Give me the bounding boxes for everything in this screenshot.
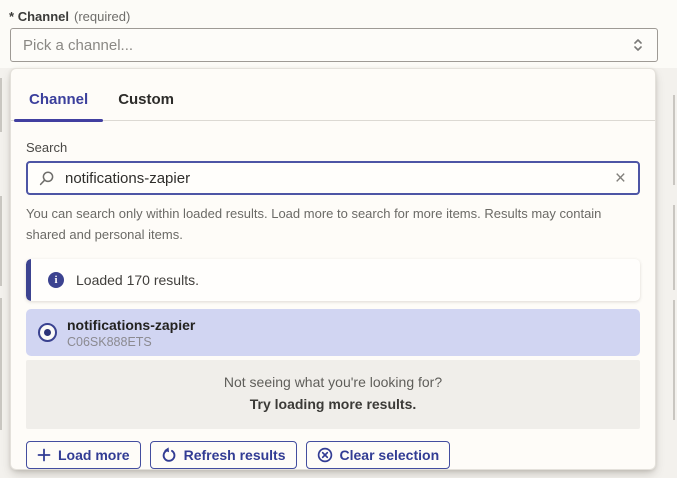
circle-x-icon [317, 447, 333, 463]
load-more-label: Load more [58, 446, 130, 464]
select-placeholder: Pick a channel... [23, 37, 631, 54]
plus-icon [37, 448, 51, 462]
result-item-notifications-zapier[interactable]: notifications-zapier C06SK888ETS [26, 309, 640, 356]
refresh-results-label: Refresh results [184, 446, 286, 464]
background-edge-line [0, 196, 2, 286]
radio-dot [44, 329, 51, 336]
channel-select[interactable]: Pick a channel... [10, 28, 658, 62]
search-icon [38, 170, 55, 187]
loaded-results-alert: i Loaded 170 results. [26, 259, 640, 301]
background-edge-line [0, 298, 2, 430]
search-input[interactable] [63, 169, 613, 188]
alert-text: Loaded 170 results. [76, 272, 199, 288]
hint-suggestion: Try loading more results. [36, 396, 630, 412]
dropdown-actions: Load more Refresh results Clear selectio… [26, 441, 640, 469]
chevron-up-down-icon [631, 37, 645, 53]
result-texts: notifications-zapier C06SK888ETS [67, 316, 195, 349]
channel-field-section: * Channel (required) Pick a channel... [0, 0, 677, 68]
field-label-text: Channel [18, 9, 69, 24]
channel-dropdown-panel: Channel Custom Search × You can search o… [10, 68, 656, 470]
background-edge-line [673, 95, 675, 185]
dropdown-body: Search × You can search only within load… [11, 140, 655, 469]
clear-selection-button[interactable]: Clear selection [306, 441, 451, 469]
load-more-button[interactable]: Load more [26, 441, 141, 469]
required-marker: * Channel [9, 9, 69, 24]
search-label: Search [26, 140, 640, 155]
tab-channel[interactable]: Channel [14, 84, 103, 120]
clear-selection-label: Clear selection [340, 446, 440, 464]
tab-custom[interactable]: Custom [103, 84, 189, 120]
refresh-icon [161, 447, 177, 463]
result-name: notifications-zapier [67, 316, 195, 334]
dropdown-tabs: Channel Custom [11, 69, 655, 121]
search-box: × [26, 161, 640, 195]
hint-question: Not seeing what you're looking for? [36, 374, 630, 390]
clear-search-icon[interactable]: × [613, 169, 628, 188]
search-helper-text: You can search only within loaded result… [26, 204, 640, 246]
alert-content: i Loaded 170 results. [31, 259, 211, 301]
channel-field-label: * Channel (required) [9, 9, 130, 24]
background-edge-line [673, 205, 675, 290]
refresh-results-button[interactable]: Refresh results [150, 441, 297, 469]
not-seeing-hint: Not seeing what you're looking for? Try … [26, 360, 640, 429]
info-icon: i [48, 272, 64, 288]
radio-selected-icon[interactable] [38, 323, 57, 342]
required-note: (required) [74, 9, 130, 24]
background-edge-line [0, 78, 2, 132]
result-id: C06SK888ETS [67, 335, 195, 349]
background-edge-line [673, 300, 675, 420]
